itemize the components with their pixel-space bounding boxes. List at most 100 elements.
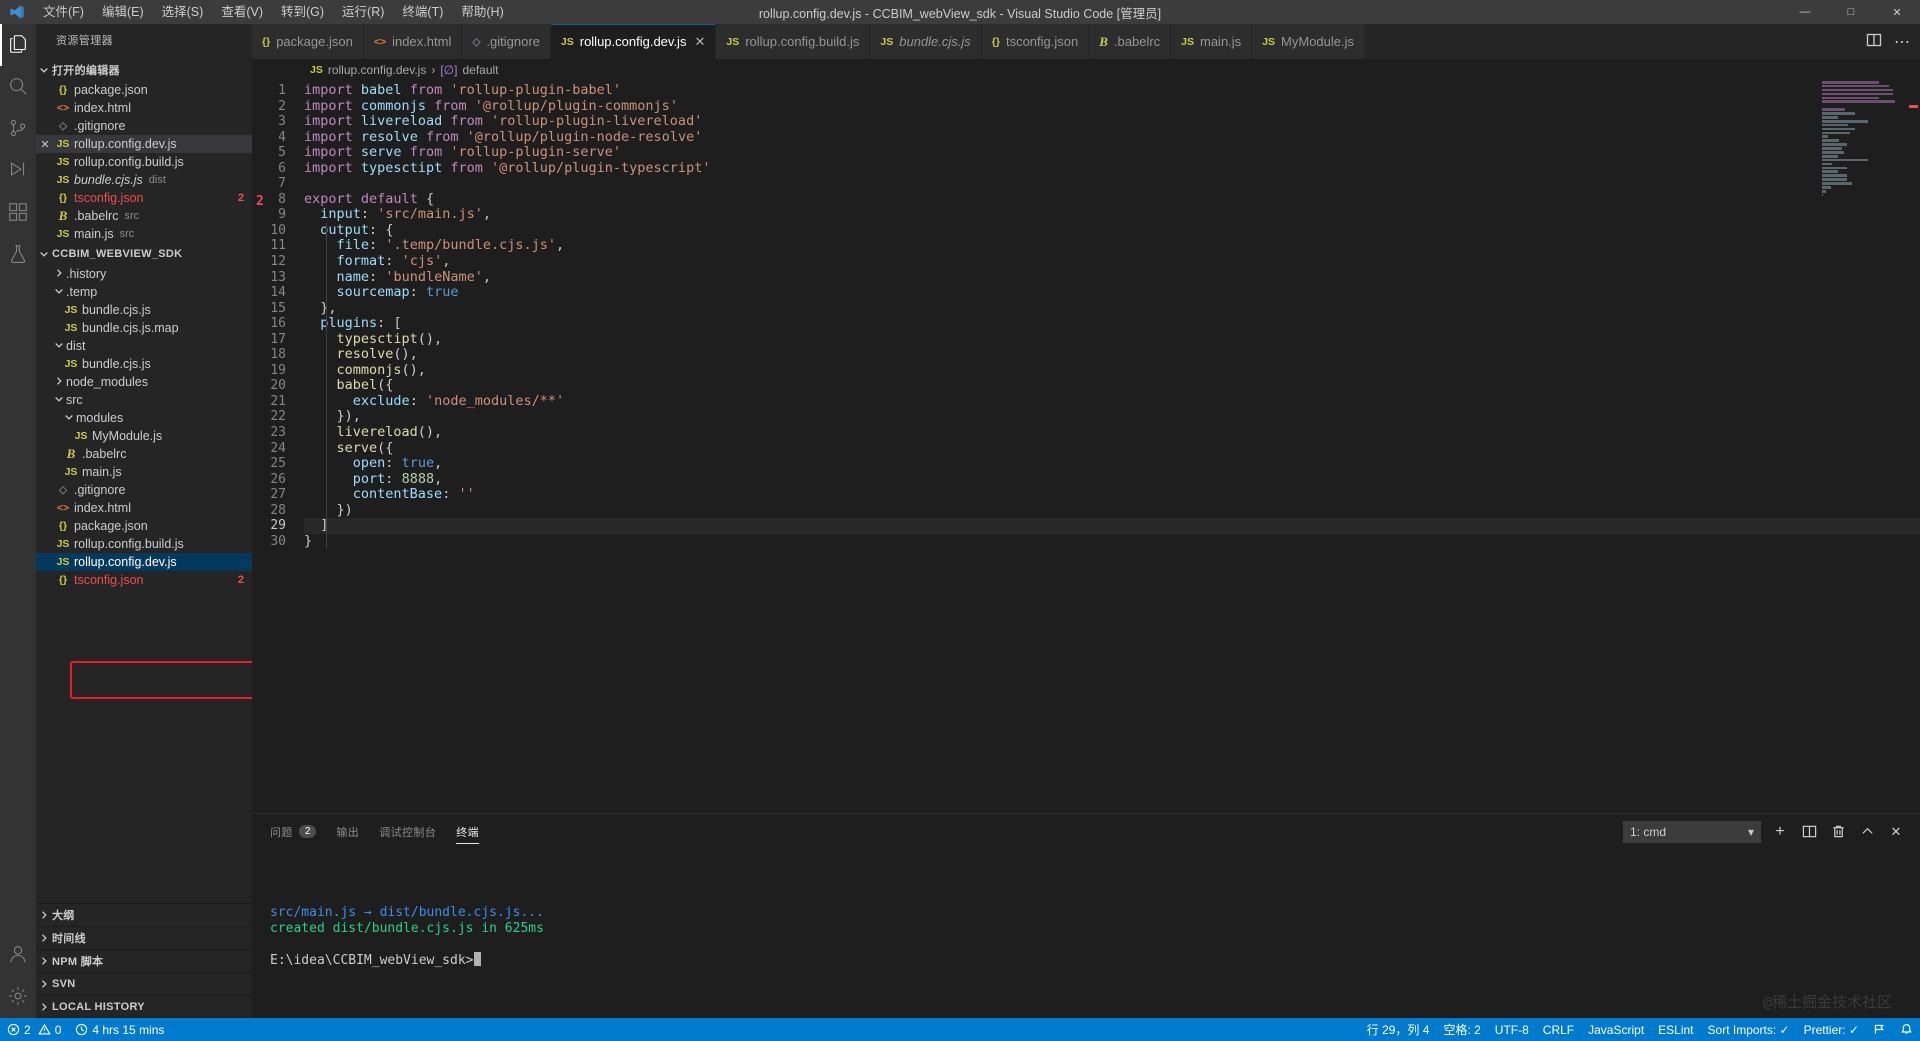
tree-folder-modules[interactable]: modules <box>36 409 252 427</box>
tab-bundle-cjs[interactable]: JS bundle.cjs.js <box>870 24 982 59</box>
code-line[interactable] <box>304 176 1920 192</box>
trash-icon[interactable] <box>1828 822 1848 842</box>
tree-folder-dist[interactable]: dist <box>36 337 252 355</box>
code-line[interactable]: port: 8888, <box>304 471 1920 488</box>
activity-search[interactable] <box>0 66 36 108</box>
menu-view[interactable]: 查看(V) <box>212 0 272 24</box>
code-line[interactable]: ] <box>304 518 1920 534</box>
ellipsis-icon[interactable]: ⋯ <box>1894 32 1910 52</box>
activity-settings[interactable] <box>0 976 36 1018</box>
tree-file-babelrc[interactable]: B .babelrc <box>36 445 252 463</box>
breadcrumb-file[interactable]: rollup.config.dev.js <box>328 63 427 77</box>
open-editor-rollup-config-dev[interactable]: ✕ JS rollup.config.dev.js <box>36 135 252 153</box>
section-local-history[interactable]: LOCAL HISTORY <box>36 995 252 1018</box>
section-open-editors[interactable]: 打开的编辑器 <box>36 59 252 81</box>
breadcrumb[interactable]: JS rollup.config.dev.js › [∅] default <box>252 59 1920 81</box>
menu-edit[interactable]: 编辑(E) <box>93 0 153 24</box>
minimize-button[interactable]: — <box>1782 0 1828 24</box>
code-line[interactable]: commonjs(), <box>304 362 1920 379</box>
tab-rollup-config-dev[interactable]: JS rollup.config.dev.js ✕ <box>550 24 717 59</box>
section-svn[interactable]: SVN <box>36 972 252 995</box>
status-language-mode[interactable]: JavaScript <box>1581 1018 1651 1041</box>
section-project-root[interactable]: CCBIM_WEBVIEW_SDK <box>36 243 252 265</box>
code-line[interactable]: import typesctipt from '@rollup/plugin-t… <box>304 160 1920 177</box>
code-line[interactable]: plugins: [ <box>304 315 1920 332</box>
tree-file-rollup-config-dev[interactable]: JS rollup.config.dev.js <box>36 553 252 571</box>
menu-bar[interactable]: 文件(F) 编辑(E) 选择(S) 查看(V) 转到(G) 运行(R) 终端(T… <box>34 0 513 24</box>
activity-explorer[interactable] <box>0 24 36 66</box>
status-cursor-position[interactable]: 行 29，列 4 <box>1360 1018 1437 1041</box>
close-window-button[interactable]: ✕ <box>1874 0 1920 24</box>
tab-main-js[interactable]: JS main.js <box>1171 24 1253 59</box>
menu-go[interactable]: 转到(G) <box>272 0 333 24</box>
code-line[interactable]: import livereload from 'rollup-plugin-li… <box>304 113 1920 130</box>
tab-index-html[interactable]: <> index.html <box>363 24 463 59</box>
code-line[interactable]: import babel from 'rollup-plugin-babel' <box>304 82 1920 99</box>
activity-run-debug[interactable] <box>0 150 36 192</box>
code-line[interactable]: }, <box>304 300 1920 317</box>
minimap[interactable] <box>1822 81 1906 201</box>
split-terminal-icon[interactable] <box>1799 822 1819 842</box>
code-line[interactable]: } <box>304 533 1920 550</box>
terminal-selector[interactable]: 1: cmd ▾ <box>1623 820 1761 843</box>
close-panel-icon[interactable]: ✕ <box>1886 822 1906 842</box>
status-eol[interactable]: CRLF <box>1536 1018 1581 1041</box>
code-line[interactable]: exclude: 'node_modules/**' <box>304 393 1920 410</box>
status-timer[interactable]: 4 hrs 15 mins <box>68 1018 171 1041</box>
code-line[interactable]: serve({ <box>304 440 1920 457</box>
tree-file-index-html[interactable]: <> index.html <box>36 499 252 517</box>
open-editor-rollup-config-build[interactable]: JS rollup.config.build.js <box>36 153 252 171</box>
code-lines[interactable]: import babel from 'rollup-plugin-babel' i… <box>304 82 1920 550</box>
tree-folder-temp[interactable]: .temp <box>36 283 252 301</box>
open-editor-gitignore[interactable]: ◇ .gitignore <box>36 117 252 135</box>
editor-scrollbar[interactable] <box>1906 81 1920 813</box>
menu-file[interactable]: 文件(F) <box>34 0 93 24</box>
code-line[interactable]: sourcemap: true <box>304 284 1920 301</box>
tab-babelrc[interactable]: B .babelrc <box>1089 24 1172 59</box>
tree-file-tsconfig-json[interactable]: {} tsconfig.json 2 <box>36 571 252 589</box>
close-tab-icon[interactable]: ✕ <box>694 34 705 50</box>
tree-folder-src[interactable]: src <box>36 391 252 409</box>
code-line[interactable]: open: true, <box>304 455 1920 472</box>
panel-tab-terminal[interactable]: 终端 <box>456 814 479 849</box>
activity-extensions[interactable] <box>0 192 36 234</box>
close-editor-icon[interactable]: ✕ <box>36 138 54 151</box>
code-line[interactable]: export default { <box>304 191 1920 208</box>
tree-file-temp-bundle-map[interactable]: JS bundle.cjs.js.map <box>36 319 252 337</box>
code-line[interactable]: format: 'cjs', <box>304 253 1920 270</box>
tree-file-dist-bundle[interactable]: JS bundle.cjs.js <box>36 355 252 373</box>
tab-package-json[interactable]: {} package.json <box>252 24 364 59</box>
code-line[interactable]: }), <box>304 409 1920 425</box>
tree-folder-history[interactable]: .history <box>36 265 252 283</box>
open-editor-tsconfig-json[interactable]: {} tsconfig.json 2 <box>36 189 252 207</box>
status-prettier[interactable]: Prettier: ✓ <box>1797 1018 1866 1041</box>
tab-tsconfig-json[interactable]: {} tsconfig.json <box>981 24 1090 59</box>
tree-file-package-json[interactable]: {} package.json <box>36 517 252 535</box>
status-problems[interactable]: 2 0 <box>0 1018 68 1041</box>
window-controls[interactable]: — □ ✕ <box>1782 0 1920 24</box>
tree-folder-node-modules[interactable]: node_modules <box>36 373 252 391</box>
tree-file-rollup-config-build[interactable]: JS rollup.config.build.js <box>36 535 252 553</box>
tree-file-temp-bundle[interactable]: JS bundle.cjs.js <box>36 301 252 319</box>
code-line[interactable]: resolve(), <box>304 347 1920 363</box>
tree-file-gitignore[interactable]: ◇ .gitignore <box>36 481 252 499</box>
open-editor-index-html[interactable]: <> index.html <box>36 99 252 117</box>
status-feedback[interactable] <box>1866 1018 1893 1041</box>
chevron-up-icon[interactable] <box>1857 822 1877 842</box>
open-editor-bundle-cjs[interactable]: JS bundle.cjs.js dist <box>36 171 252 189</box>
panel-tab-debug-console[interactable]: 调试控制台 <box>379 814 436 849</box>
split-editor-icon[interactable] <box>1866 32 1882 51</box>
breadcrumb-symbol[interactable]: default <box>462 63 498 77</box>
new-terminal-icon[interactable]: + <box>1770 822 1790 842</box>
activity-accounts[interactable] <box>0 934 36 976</box>
code-line[interactable]: name: 'bundleName', <box>304 269 1920 286</box>
code-line[interactable]: import commonjs from '@rollup/plugin-com… <box>304 98 1920 115</box>
code-line[interactable]: output: { <box>304 222 1920 239</box>
status-encoding[interactable]: UTF-8 <box>1488 1018 1536 1041</box>
code-line[interactable]: input: 'src/main.js', <box>304 207 1920 223</box>
tab-rollup-config-build[interactable]: JS rollup.config.build.js <box>716 24 871 59</box>
code-line[interactable]: livereload(), <box>304 424 1920 441</box>
section-npm-scripts[interactable]: NPM 脚本 <box>36 949 252 972</box>
status-sort-imports[interactable]: Sort Imports: ✓ <box>1701 1018 1797 1041</box>
section-timeline[interactable]: 时间线 <box>36 926 252 949</box>
